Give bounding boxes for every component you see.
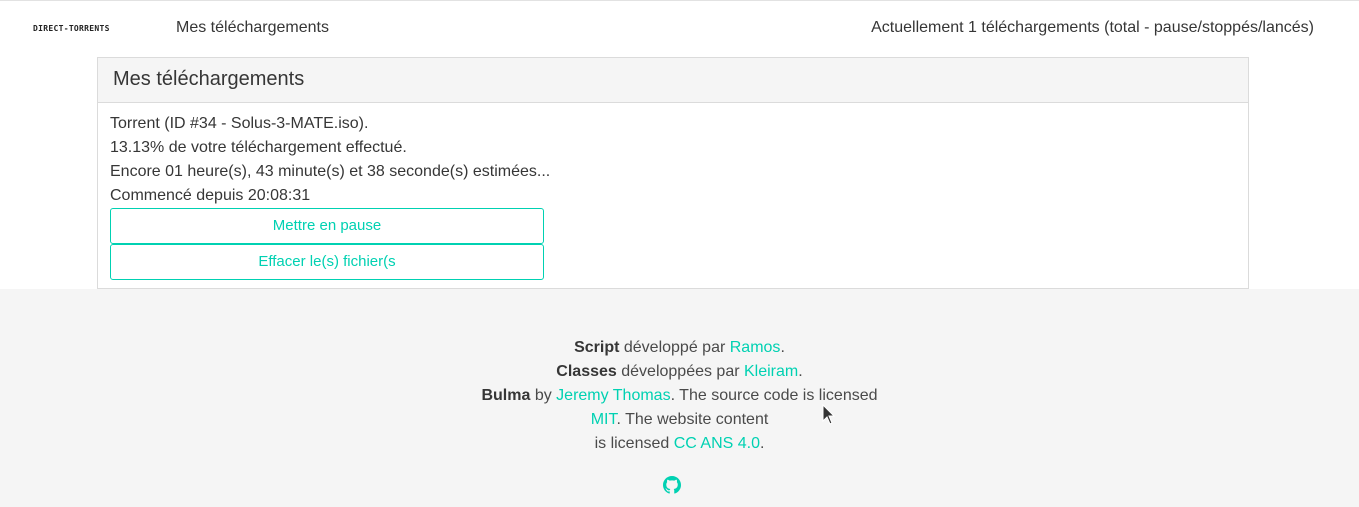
footer-line-mit: MIT. The website content [590,411,769,428]
footer-strong: Script [574,339,620,356]
footer-line-script: Script développé par Ramos. [574,339,785,356]
footer-strong: Classes [556,363,617,380]
author-link-ramos[interactable]: Ramos [730,339,781,356]
torrent-info: Torrent (ID #34 - Solus-3-MATE.iso). [110,115,369,132]
license-link-mit[interactable]: MIT [591,411,617,428]
progress-info: 13.13% de votre téléchargement effectué. [110,139,407,156]
footer-line-classes: Classes développées par Kleiram. [556,363,803,380]
panel-heading: Mes téléchargements [98,58,1248,103]
author-link-jeremy-thomas[interactable]: Jeremy Thomas [556,387,670,404]
footer-strong: Bulma [481,387,531,404]
github-icon[interactable] [663,476,681,494]
footer-line-bulma: Bulma by Jeremy Thomas. The source code … [481,387,878,404]
pause-button[interactable]: Mettre en pause [110,208,544,244]
panel-body: Torrent (ID #34 - Solus-3-MATE.iso). 13.… [98,103,1248,280]
footer-text: Script développé par Ramos. Classes déve… [0,336,1359,456]
downloads-status: Actuellement 1 téléchargements (total - … [871,19,1314,36]
footer: Script développé par Ramos. Classes déve… [0,289,1359,507]
navbar: DIRECT-TORRENTS Mes téléchargements Actu… [0,1,1359,56]
license-link-cc[interactable]: CC ANS 4.0 [674,435,760,452]
delete-files-button[interactable]: Effacer le(s) fichier(s [110,244,544,280]
mouse-cursor-icon [822,404,836,425]
footer-line-cc: is licensed CC ANS 4.0. [594,435,765,452]
brand-logo[interactable]: DIRECT-TORRENTS [33,24,110,33]
started-time: Commencé depuis 20:08:31 [110,187,311,204]
nav-title[interactable]: Mes téléchargements [176,19,329,37]
remaining-time: Encore 01 heure(s), 43 minute(s) et 38 s… [110,163,551,180]
downloads-panel: Mes téléchargements Torrent (ID #34 - So… [97,57,1249,289]
author-link-kleiram[interactable]: Kleiram [744,363,798,380]
